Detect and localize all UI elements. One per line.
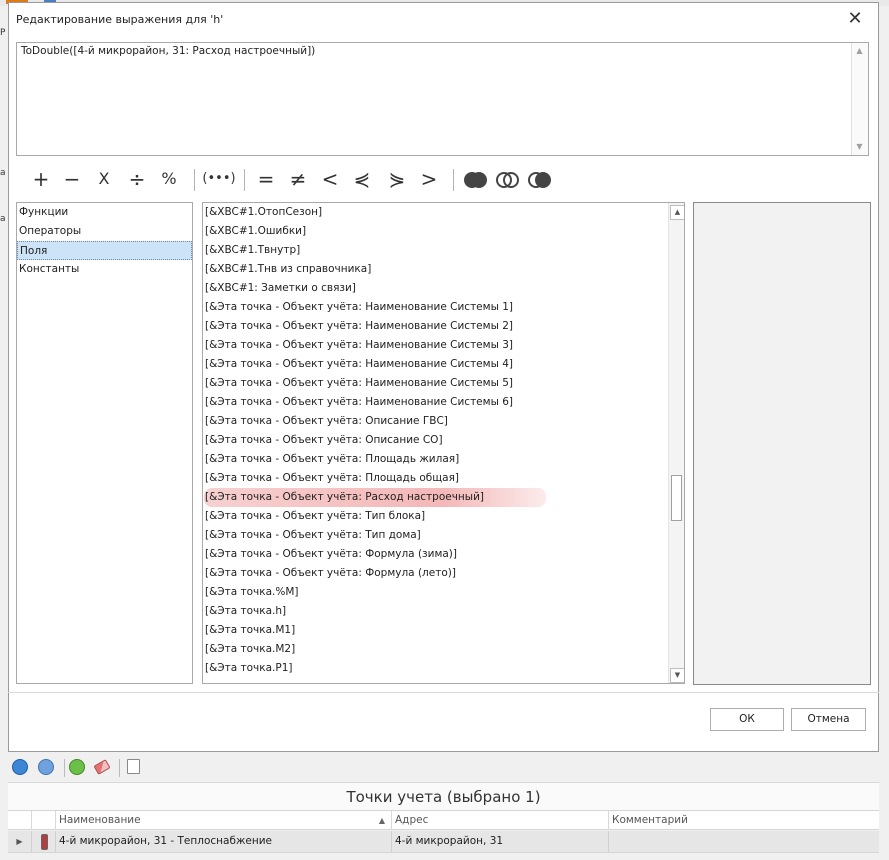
description-panel: [693, 202, 871, 685]
expression-editor[interactable]: ToDouble([4-й микрорайон, 31: Расход нас…: [16, 42, 869, 156]
field-item[interactable]: [&Эта точка - Объект учёта: Описание ГВС…: [205, 412, 448, 431]
field-item[interactable]: [&XBC#1.Тнв из справочника]: [205, 260, 371, 279]
check-circle-icon[interactable]: [69, 759, 85, 775]
field-item-highlighted[interactable]: [&Эта точка - Объект учёта: Расход настр…: [204, 488, 546, 507]
row-expand-icon[interactable]: ▶: [8, 831, 32, 852]
table-row[interactable]: ▶ 4-й микрорайон, 31 - Теплоснабжение 4-…: [8, 831, 879, 853]
field-item[interactable]: [&Эта точка.%M]: [205, 583, 299, 602]
field-item[interactable]: [&Эта точка - Объект учёта: Наименование…: [205, 393, 513, 412]
points-panel-title: Точки учета (выбрано 1): [8, 782, 879, 811]
expression-text[interactable]: ToDouble([4-й микрорайон, 31: Расход нас…: [21, 45, 315, 57]
operator-toolbar: + − X ÷ % (•••) = ≠ < ⋞ ⋟ >: [26, 165, 566, 193]
field-item[interactable]: [&Эта точка - Объект учёта: Наименование…: [205, 374, 513, 393]
dialog-title: Редактирование выражения для 'h': [16, 13, 224, 26]
not-equal-operator-button[interactable]: ≠: [287, 165, 309, 193]
minus-operator-button[interactable]: −: [61, 165, 83, 193]
points-grid-header: Наименование ▲ Адрес Комментарий: [8, 810, 879, 830]
background-text-fragment: P: [0, 28, 6, 38]
scroll-up-arrow-icon[interactable]: ▲: [852, 44, 867, 58]
less-operator-button[interactable]: <: [319, 165, 341, 193]
toolbar-separator: [194, 169, 195, 191]
column-header-name[interactable]: Наименование ▲: [56, 811, 392, 830]
ok-button[interactable]: ОК: [710, 708, 784, 731]
field-item[interactable]: [&Эта точка - Объект учёта: Формула (зим…: [205, 545, 457, 564]
expression-scrollbar[interactable]: ▲ ▼: [851, 43, 868, 155]
column-header-name-label: Наименование: [59, 814, 141, 826]
scroll-down-arrow-icon[interactable]: ▼: [670, 668, 684, 683]
field-item[interactable]: [&Эта точка.P1]: [205, 659, 292, 678]
percent-operator-button[interactable]: %: [158, 165, 180, 193]
category-item-operators[interactable]: Операторы: [17, 222, 192, 241]
category-item-functions[interactable]: Функции: [17, 203, 192, 222]
category-list: Функции Операторы Поля Константы: [16, 202, 193, 684]
field-item[interactable]: [&Эта точка - Объект учёта: Наименование…: [205, 317, 513, 336]
not-rings-icon[interactable]: [528, 172, 551, 188]
less-equal-operator-button[interactable]: ⋞: [351, 165, 373, 193]
dialog-divider: [8, 692, 879, 693]
field-item[interactable]: [&Эта точка - Объект учёта: Площадь обща…: [205, 469, 459, 488]
greater-operator-button[interactable]: >: [418, 165, 440, 193]
or-rings-icon[interactable]: [496, 172, 519, 188]
row-comment-cell: [609, 831, 879, 852]
field-item[interactable]: [&Эта точка - Объект учёта: Описание СО]: [205, 431, 443, 450]
cancel-button[interactable]: Отмена: [791, 708, 866, 731]
scroll-up-arrow-icon[interactable]: ▲: [670, 205, 684, 220]
background-text-fragment: а: [0, 214, 6, 224]
eraser-icon[interactable]: [93, 759, 111, 775]
grid-header-spacer: [8, 811, 32, 830]
multiply-operator-button[interactable]: X: [93, 165, 115, 193]
field-list: [&XBC#1.ОтопСезон] [&XBC#1.Ошибки] [&XBC…: [202, 202, 685, 684]
field-list-scrollbar[interactable]: ▲ ▼: [668, 203, 684, 683]
field-item[interactable]: [&Эта точка - Объект учёта: Формула (лет…: [205, 564, 456, 583]
field-item[interactable]: [&XBC#1.Твнутр]: [205, 241, 300, 260]
field-item[interactable]: [&Эта точка.M1]: [205, 621, 295, 640]
remove-circle-icon[interactable]: [38, 759, 54, 775]
category-item-constants[interactable]: Константы: [17, 260, 192, 279]
scroll-down-arrow-icon[interactable]: ▼: [852, 140, 867, 154]
sort-ascending-icon: ▲: [378, 816, 385, 825]
field-item[interactable]: [&Эта точка - Объект учёта: Наименование…: [205, 298, 513, 317]
background-text-fragment: а: [0, 168, 6, 178]
row-address-cell: 4-й микрорайон, 31: [392, 831, 609, 852]
equal-operator-button[interactable]: =: [255, 165, 277, 193]
divide-operator-button[interactable]: ÷: [126, 165, 148, 193]
row-name-cell: 4-й микрорайон, 31 - Теплоснабжение: [56, 831, 392, 852]
toolbar-separator: [64, 759, 65, 777]
field-item[interactable]: [&XBC#1: Заметки о связи]: [205, 279, 356, 298]
points-toolbar: [8, 756, 208, 778]
heat-meter-icon: [32, 831, 56, 852]
field-item[interactable]: [&Эта точка - Объект учёта: Площадь жила…: [205, 450, 459, 469]
scrollbar-thumb[interactable]: [671, 475, 682, 521]
toolbar-separator: [453, 169, 454, 191]
field-item[interactable]: [&Эта точка - Объект учёта: Тип блока]: [205, 507, 425, 526]
column-header-address[interactable]: Адрес: [392, 811, 609, 830]
field-item[interactable]: [&XBC#1.Ошибки]: [205, 222, 306, 241]
add-circle-icon[interactable]: [12, 759, 28, 775]
field-item[interactable]: [&XBC#1.ОтопСезон]: [205, 203, 322, 222]
edit-document-icon[interactable]: [127, 759, 140, 774]
column-header-comment[interactable]: Комментарий: [609, 811, 879, 830]
toolbar-separator: [119, 759, 120, 777]
field-item[interactable]: [&Эта точка - Объект учёта: Наименование…: [205, 336, 513, 355]
field-item[interactable]: [&Эта точка.M2]: [205, 640, 295, 659]
greater-equal-operator-button[interactable]: ⋟: [386, 165, 408, 193]
plus-operator-button[interactable]: +: [30, 165, 52, 193]
field-item[interactable]: [&Эта точка.h]: [205, 602, 286, 621]
toolbar-separator: [244, 169, 245, 191]
field-item[interactable]: [&Эта точка - Объект учёта: Тип дома]: [205, 526, 421, 545]
category-item-fields[interactable]: Поля: [17, 241, 192, 260]
field-item[interactable]: [&Эта точка - Объект учёта: Наименование…: [205, 355, 513, 374]
close-button[interactable]: ✕: [844, 9, 866, 29]
parentheses-button[interactable]: (•••): [202, 165, 236, 193]
and-rings-icon[interactable]: [464, 172, 487, 188]
grid-header-icon-col: [32, 811, 56, 830]
